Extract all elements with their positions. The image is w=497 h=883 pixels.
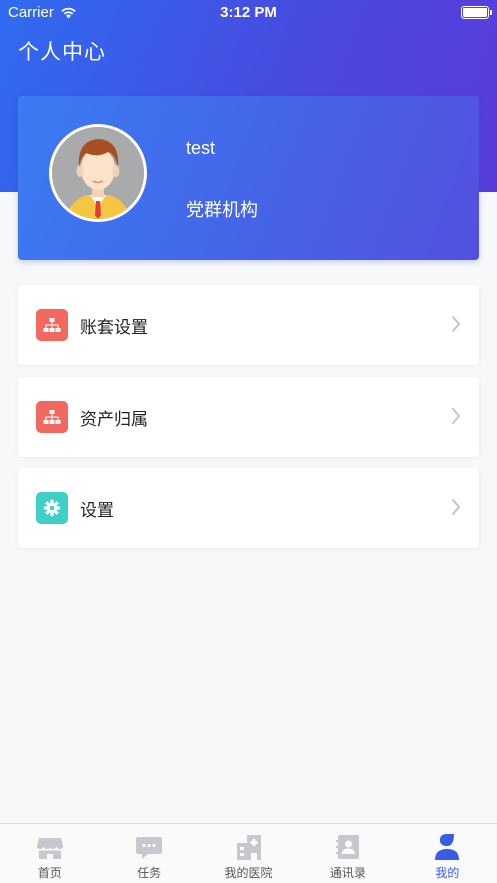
avatar[interactable] xyxy=(49,124,147,222)
gear-icon xyxy=(36,492,68,524)
profile-organization: 党群机构 xyxy=(186,200,258,220)
storefront-icon xyxy=(36,838,63,859)
tab-my-hospital[interactable]: 我的医院 xyxy=(199,824,298,883)
tab-label: 我的 xyxy=(435,866,460,880)
profile-username: test xyxy=(186,138,216,158)
org-chart-icon xyxy=(36,401,68,433)
clock: 3:12 PM xyxy=(220,4,277,21)
menu-item-account-settings[interactable]: 账套设置 xyxy=(18,285,479,365)
status-bar: Carrier 3:12 PM xyxy=(0,0,497,26)
chevron-right-icon xyxy=(452,499,460,515)
page-title: 个人中心 xyxy=(18,41,106,64)
menu-item-label: 资产归属 xyxy=(80,410,148,429)
tab-home[interactable]: 首页 xyxy=(0,824,99,883)
tab-tasks[interactable]: 任务 xyxy=(99,824,198,883)
menu-item-label: 设置 xyxy=(80,501,114,520)
chat-bubble-icon xyxy=(136,837,163,859)
org-chart-icon xyxy=(36,309,68,341)
contacts-icon xyxy=(335,835,359,859)
menu-item-label: 账套设置 xyxy=(80,318,148,337)
avatar-illustration xyxy=(52,127,144,219)
tab-bar: 首页 任务 我的医院 通讯录 我的 xyxy=(0,823,497,883)
menu-item-settings[interactable]: 设置 xyxy=(18,468,479,548)
profile-card[interactable]: test 党群机构 xyxy=(18,96,479,260)
tab-label: 通讯录 xyxy=(329,866,366,880)
tab-label: 首页 xyxy=(37,866,62,880)
chevron-right-icon xyxy=(452,316,460,332)
battery-icon xyxy=(461,6,492,19)
user-icon xyxy=(435,834,460,860)
tab-label: 我的医院 xyxy=(224,866,273,880)
tab-mine[interactable]: 我的 xyxy=(398,824,497,883)
tab-contacts[interactable]: 通讯录 xyxy=(298,824,397,883)
building-icon xyxy=(236,835,261,860)
menu-item-asset-ownership[interactable]: 资产归属 xyxy=(18,377,479,457)
tab-label: 任务 xyxy=(137,866,162,880)
chevron-right-icon xyxy=(452,408,460,424)
